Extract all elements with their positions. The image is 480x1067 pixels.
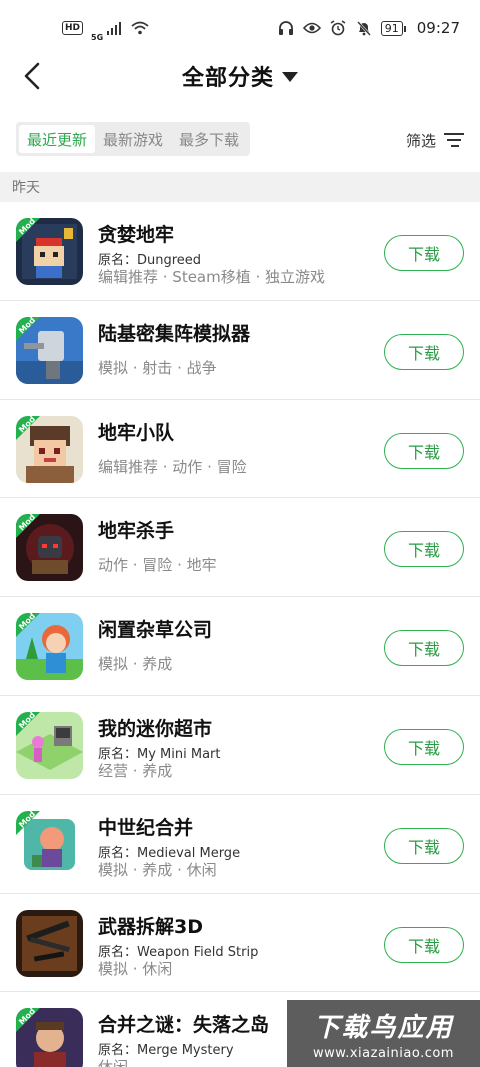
app-name: 闲置杂草公司 (98, 619, 213, 642)
clock: 09:27 (416, 19, 460, 37)
app-tags: 动作 · 冒险 · 地牢 (98, 556, 217, 575)
list-item[interactable]: 武器拆解3D 原名：Weapon Field Strip 模拟 · 休闲 下载 (0, 894, 480, 993)
app-tags: 模拟 · 养成 · 休闲 (98, 860, 217, 879)
app-icon-dungreed: Mod (16, 218, 83, 285)
app-name: 合并之谜：失落之岛 (98, 1014, 270, 1037)
sort-tabs: 最近更新 最新游戏 最多下载 (16, 122, 251, 156)
filter-button[interactable]: 筛选 (406, 126, 464, 154)
tab-most-downloads[interactable]: 最多下载 (171, 125, 247, 153)
list-item[interactable]: Mod 陆基密集阵模拟器 模拟 · 射击 · 战争 下载 (0, 301, 480, 400)
app-tags: 模拟 · 射击 · 战争 (98, 358, 217, 377)
bell-off-icon (355, 19, 373, 37)
filter-label: 筛选 (405, 131, 436, 150)
list-item[interactable]: Mod 中世纪合并 原名：Medieval Merge 模拟 · 养成 · 休闲… (0, 795, 480, 894)
sort-toolbar: 最近更新 最新游戏 最多下载 筛选 (0, 122, 480, 158)
app-icon-dungeon-squad: Mod (16, 415, 83, 483)
list-item[interactable]: Mod 我的迷你超市 原名：My Mini Mart 经营 · 养成 下载 (0, 696, 480, 795)
list-item[interactable]: Mod 贪婪地牢 原名：Dungreed 编辑推荐 · Steam移植 · 独立… (0, 202, 480, 301)
tab-recent-update[interactable]: 最近更新 (19, 125, 96, 153)
download-button[interactable]: 下载 (384, 630, 464, 667)
download-button[interactable]: 下载 (384, 333, 464, 370)
status-left: HD 5G (62, 15, 149, 42)
app-name: 地牢杀手 (98, 520, 175, 543)
back-button[interactable] (14, 58, 50, 94)
app-tags: 经营 · 养成 (98, 761, 173, 780)
app-tags: 模拟 · 休闲 (98, 959, 173, 978)
list-item[interactable]: Mod 地牢小队 编辑推荐 · 动作 · 冒险 下载 (0, 400, 480, 499)
app-name: 中世纪合并 (98, 816, 194, 839)
battery-indicator: 91 (380, 20, 406, 36)
list-item[interactable]: Mod 闲置杂草公司 模拟 · 养成 下载 (0, 597, 480, 696)
app-icon-weapon-field-strip (16, 909, 83, 977)
download-button[interactable]: 下载 (384, 926, 464, 963)
app-name: 地牢小队 (98, 421, 175, 444)
download-button[interactable]: 下载 (384, 728, 464, 765)
app-icon-my-mini-mart: Mod (16, 711, 83, 779)
list-item[interactable]: Mod 地牢杀手 动作 · 冒险 · 地牢 下载 (0, 498, 480, 598)
filter-icon (444, 133, 464, 147)
alarm-icon (329, 19, 347, 37)
hd-indicator: HD (62, 21, 84, 35)
section-label: 昨天 (12, 180, 40, 196)
network-type: 5G (91, 32, 104, 42)
app-icon-dungeon-slayer: Mod (16, 514, 83, 582)
app-list: Mod 贪婪地牢 原名：Dungreed 编辑推荐 · Steam移植 · 独立… (0, 202, 480, 1067)
app-name: 陆基密集阵模拟器 (98, 322, 251, 345)
download-button[interactable]: 下载 (384, 432, 464, 469)
category-selector[interactable]: 全部分类 (182, 60, 298, 92)
signal-icon (105, 19, 123, 37)
wifi-icon (131, 19, 149, 37)
section-header-yesterday: 昨天 (0, 172, 480, 202)
app-icon-medieval-merge: Mod (16, 810, 83, 878)
app-tags: 休闲 (98, 1056, 128, 1067)
app-name: 武器拆解3D (98, 915, 203, 938)
watermark: 下载鸟应用 www.xiazainiao.com (287, 1000, 480, 1067)
app-tags: 编辑推荐 · Steam移植 · 独立游戏 (98, 268, 326, 286)
download-button[interactable]: 下载 (384, 827, 464, 864)
tab-new-games[interactable]: 最新游戏 (95, 125, 171, 153)
app-name: 贪婪地牢 (98, 224, 175, 246)
status-right: 91 09:27 (277, 19, 460, 37)
top-bar: 全部分类 (0, 52, 480, 100)
download-button[interactable]: 下载 (384, 235, 464, 271)
app-tags: 模拟 · 养成 (98, 655, 173, 674)
status-bar: HD 5G 91 09:27 (0, 0, 480, 56)
app-tags: 编辑推荐 · 动作 · 冒险 (98, 457, 247, 476)
watermark-title: 下载鸟应用 (313, 1012, 454, 1043)
download-button[interactable]: 下载 (384, 531, 464, 568)
caret-down-icon (282, 72, 298, 82)
eye-icon (302, 19, 321, 37)
page-title: 全部分类 (181, 66, 274, 91)
app-name: 我的迷你超市 (98, 717, 213, 740)
app-icon-ciws-simulator: Mod (16, 316, 83, 384)
headphones-icon (277, 19, 295, 37)
app-icon-idle-weed: Mod (16, 613, 83, 681)
watermark-url: www.xiazainiao.com (313, 1045, 454, 1061)
app-icon-merge-mystery: Mod (16, 1008, 83, 1067)
chevron-left-icon (24, 62, 40, 90)
